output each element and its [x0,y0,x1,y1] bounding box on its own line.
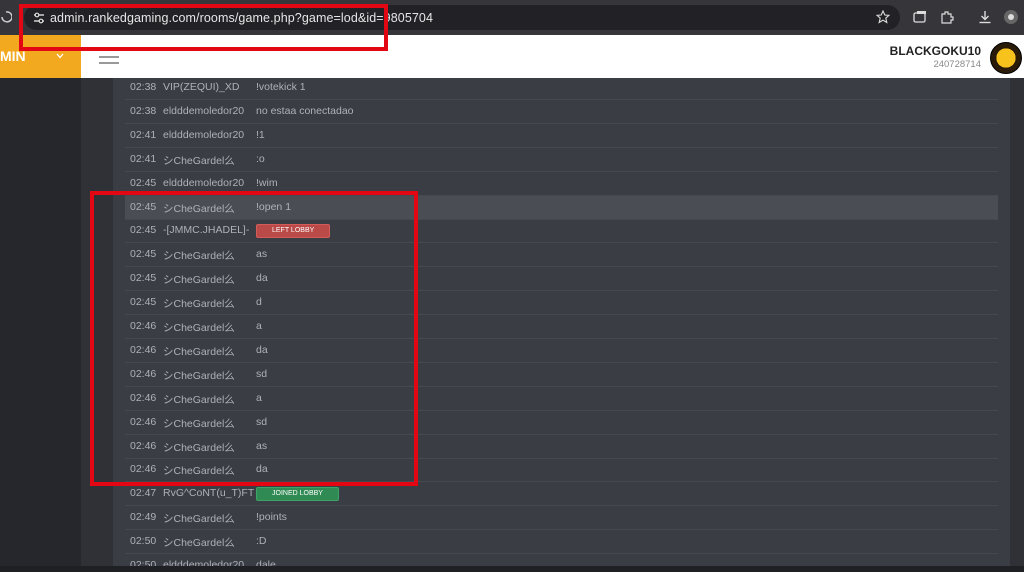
chat-row: 02:45 シCheGardel么 !open 1 [125,195,998,220]
chat-row: 02:46 シCheGardel么 a [125,315,998,339]
chat-username[interactable]: シCheGardel么 [163,535,235,550]
chat-message: da [256,463,268,476]
status-badge: LEFT LOBBY [256,224,331,239]
chat-username[interactable]: シCheGardel么 [163,248,235,263]
chat-time: 02:46 [130,463,157,476]
chat-time: 02:41 [130,128,157,141]
chat-row: 02:46 シCheGardel么 da [125,339,998,363]
chat-message: as [256,439,268,452]
chat-username[interactable]: eldddemoledor20 [163,177,244,189]
chat-row: 02:38 eldddemoledor20 no estaa conectadao [125,100,998,124]
chat-message: !1 [256,128,265,141]
chat-row: 02:50 シCheGardel么 :D [125,530,998,555]
chat-row: 02:45 eldddemoledor20 !wim [125,172,998,196]
chat-message: :o [256,152,265,165]
chat-message: !wim [256,176,278,189]
chat-row: 02:46 シCheGardel么 a [125,387,998,411]
chat-message: sd [256,415,268,428]
chat-message: da [256,343,268,356]
chat-time: 02:46 [130,367,157,380]
chat-row: 02:46 シCheGardel么 sd [125,363,998,387]
chat-username[interactable]: シCheGardel么 [163,153,235,168]
chat-time: 02:47 [130,487,157,500]
chat-time: 02:38 [130,81,157,93]
chat-username[interactable]: シCheGardel么 [163,296,235,311]
chat-username[interactable]: -[JMMC.JHADEL]- [163,224,249,236]
chat-time: 02:45 [130,296,157,309]
chat-time: 02:38 [130,104,157,117]
chat-message: a [256,320,262,332]
chat-message: d [256,296,262,309]
chat-message: no estaa conectadao [256,104,354,117]
chat-row: 02:38 VIP(ZEQUI)_XD !votekick 1 [125,76,998,100]
chat-time: 02:45 [130,200,157,213]
chat-time: 02:45 [130,272,157,285]
chat-username[interactable]: VIP(ZEQUI)_XD [163,81,239,93]
chat-username[interactable]: eldddemoledor20 [163,105,244,117]
taskbar-strip [0,566,1024,572]
chat-time: 02:49 [130,511,157,524]
chat-time: 02:46 [130,415,157,428]
chat-time: 02:46 [130,343,157,356]
chat-message: a [256,391,262,404]
chat-time: 02:41 [130,152,157,165]
chat-username[interactable]: RvG^CoNT(u_T)FT [163,487,254,499]
chat-row: 02:47 RvG^CoNT(u_T)FT JOINED LOBBY [125,482,998,507]
chat-time: 02:46 [130,439,157,452]
chat-username[interactable]: シCheGardel么 [163,511,235,526]
chat-username[interactable]: シCheGardel么 [163,272,235,287]
chat-message: !votekick 1 [256,81,306,93]
chat-time: 02:50 [130,559,157,566]
chat-time: 02:46 [130,391,157,404]
chat-row: 02:41 eldddemoledor20 !1 [125,124,998,148]
chat-message: as [256,248,268,261]
chat-row: 02:46 シCheGardel么 as [125,435,998,459]
chat-time: 02:45 [130,248,157,261]
chat-time: 02:50 [130,535,157,548]
chat-row: 02:45 シCheGardel么 as [125,243,998,268]
chat-username[interactable]: シCheGardel么 [163,320,235,335]
chat-row: 02:46 シCheGardel么 sd [125,411,998,435]
chat-username[interactable]: シCheGardel么 [163,201,235,216]
chat-row: 02:41 シCheGardel么 :o [125,148,998,172]
chat-username[interactable]: シCheGardel么 [163,416,235,431]
chat-message: :D [256,535,267,548]
chat-message: !open 1 [256,200,292,213]
chat-row: 02:49 シCheGardel么 !points [125,506,998,531]
chat-row: 02:46 シCheGardel么 da [125,458,998,483]
chat-row: 02:45 シCheGardel么 da [125,267,998,292]
chat-username[interactable]: シCheGardel么 [163,440,235,455]
status-badge: JOINED LOBBY [256,487,339,502]
chat-username[interactable]: シCheGardel么 [163,344,235,359]
chat-log: 02:38 VIP(ZEQUI)_XD !votekick 1 02:38 elddde… [0,0,1024,566]
chat-username[interactable]: eldddemoledor20 [163,129,244,141]
chat-time: 02:45 [130,224,157,237]
chat-row: 02:50 eldddemoledor20 dale [125,554,998,566]
chat-username[interactable]: シCheGardel么 [163,392,235,407]
chat-message: dale [256,559,276,566]
chat-time: 02:45 [130,176,157,189]
chat-time: 02:46 [130,320,157,332]
chat-message: sd [256,367,268,380]
chat-row: 02:45 シCheGardel么 d [125,291,998,316]
chat-row: 02:45 -[JMMC.JHADEL]- LEFT LOBBY [125,219,998,244]
chat-message: da [256,272,268,285]
chat-username[interactable]: シCheGardel么 [163,463,235,478]
chat-username[interactable]: シCheGardel么 [163,368,235,383]
chat-message: !points [256,511,287,524]
chat-username[interactable]: eldddemoledor20 [163,559,244,566]
